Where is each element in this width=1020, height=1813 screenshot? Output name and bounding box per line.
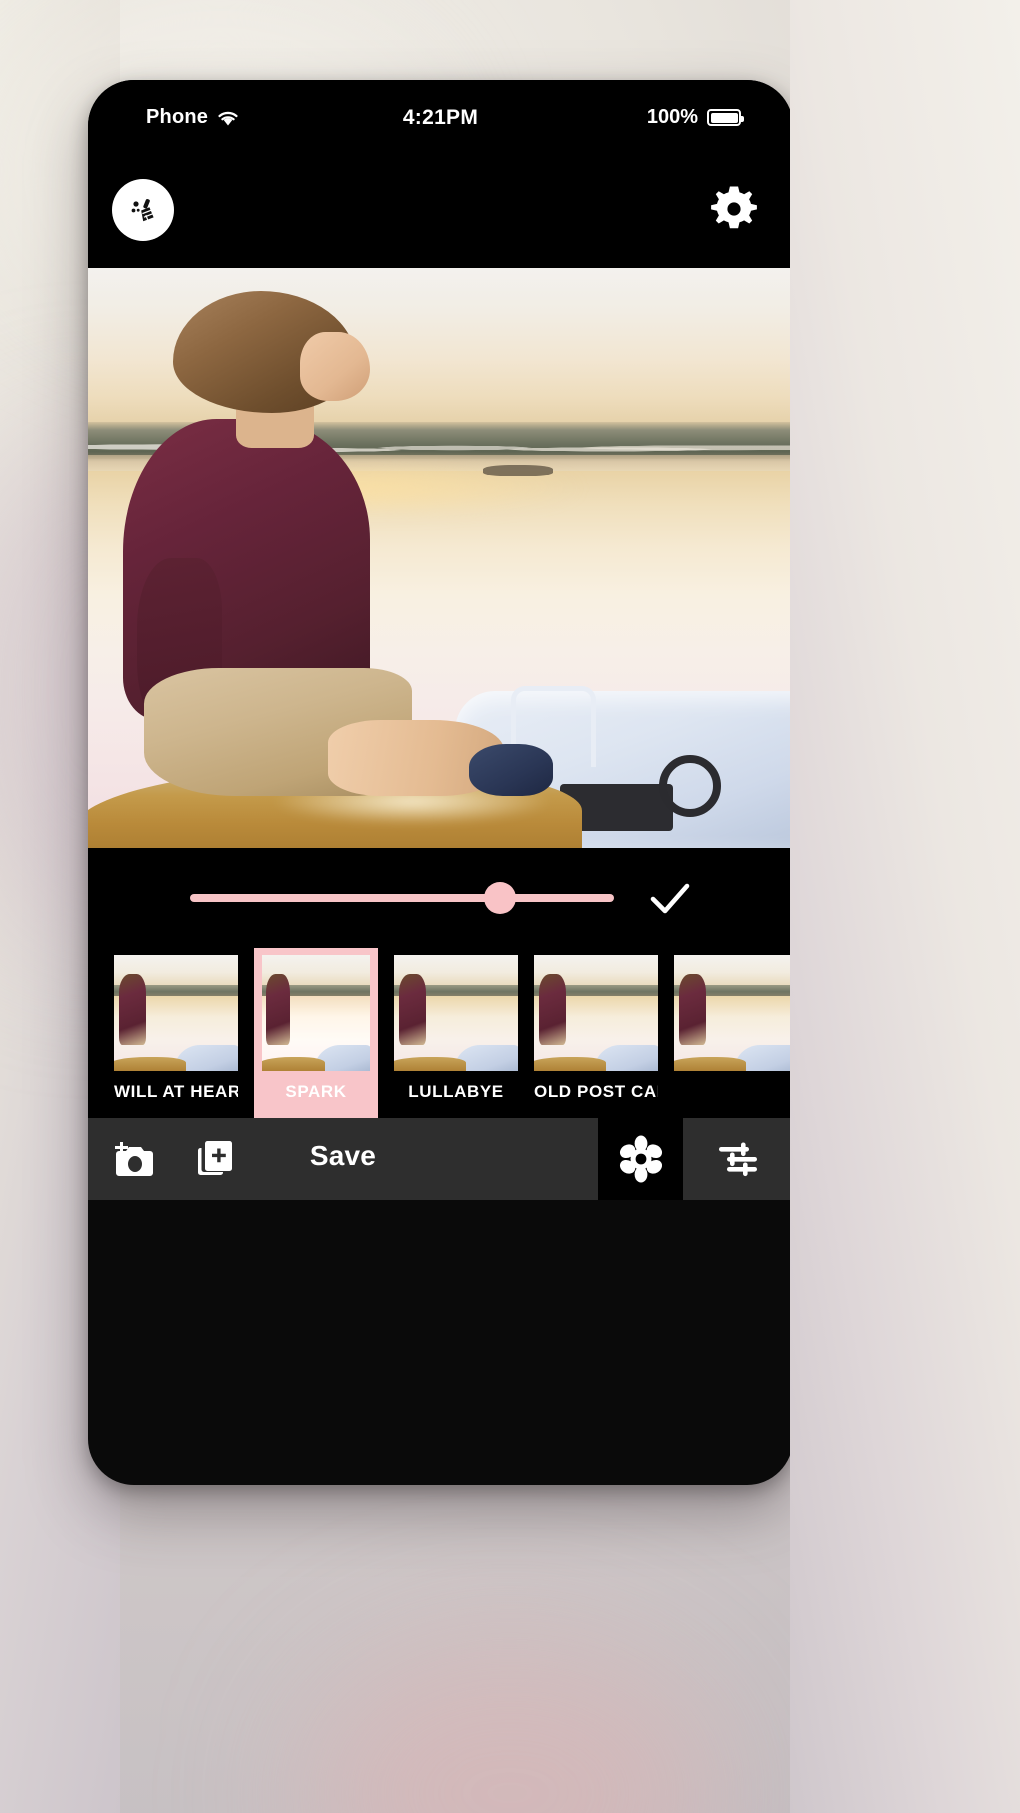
filter-thumbnail	[262, 955, 370, 1071]
filter-item-will-at-heart[interactable]: WILL AT HEART	[114, 948, 238, 1102]
app-toolbar	[88, 158, 793, 268]
save-button[interactable]: Save	[88, 1140, 598, 1172]
add-camera-icon	[111, 1137, 157, 1181]
confirm-button[interactable]	[648, 878, 692, 918]
flower-gear-icon	[617, 1135, 665, 1183]
filter-label: SPARK	[285, 1082, 347, 1101]
bottom-action-bar: Save	[88, 1118, 793, 1200]
filter-item-lullabye[interactable]: LULLABYE	[394, 948, 518, 1102]
settings-button[interactable]	[701, 176, 767, 242]
filter-item-spark[interactable]: SPARK	[254, 948, 378, 1118]
filter-thumbnail	[674, 955, 793, 1071]
battery-percent-label: 100%	[646, 106, 698, 128]
adjust-button[interactable]	[683, 1118, 793, 1200]
background-blur-bottom	[300, 1643, 720, 1813]
add-layer-button[interactable]	[194, 1136, 240, 1182]
filter-strip[interactable]: WILL AT HEART SPARK LULLABYE	[88, 948, 793, 1118]
status-bar: Phone 4:21PM 100%	[88, 80, 793, 158]
cleanup-button[interactable]	[112, 179, 174, 241]
filter-item-next-partial[interactable]	[674, 948, 793, 1082]
filter-label: WILL AT HEART	[114, 1082, 238, 1101]
filter-thumbnail	[534, 955, 658, 1071]
filter-thumbnail	[114, 955, 238, 1071]
broom-icon	[123, 190, 163, 230]
bottom-bar-main: Save	[88, 1118, 598, 1200]
add-layer-icon	[195, 1137, 239, 1181]
filter-intensity-slider[interactable]	[190, 894, 614, 902]
phone-frame: Phone 4:21PM 100% WILL AT HEAR SPARK LUL…	[88, 80, 793, 1485]
edited-photo	[88, 268, 793, 848]
sliders-icon	[715, 1138, 761, 1180]
desktop-background: Phone 4:21PM 100% WILL AT HEAR SPARK LUL…	[0, 0, 1020, 1813]
filter-intensity-thumb[interactable]	[484, 882, 516, 914]
filter-label: LULLABYE	[408, 1082, 504, 1101]
photo-canvas[interactable]	[88, 268, 793, 848]
filter-item-old-post-card[interactable]: OLD POST CAR...	[534, 948, 658, 1102]
battery-full-icon	[707, 109, 744, 126]
filter-label: OLD POST CAR...	[534, 1082, 658, 1101]
check-icon	[648, 878, 692, 918]
status-bar-right: 100%	[646, 106, 744, 129]
add-photo-button[interactable]	[110, 1136, 158, 1182]
gear-icon	[708, 183, 760, 235]
filter-intensity-row	[88, 848, 793, 948]
effects-button[interactable]	[598, 1118, 683, 1200]
filter-thumbnail	[394, 955, 518, 1071]
